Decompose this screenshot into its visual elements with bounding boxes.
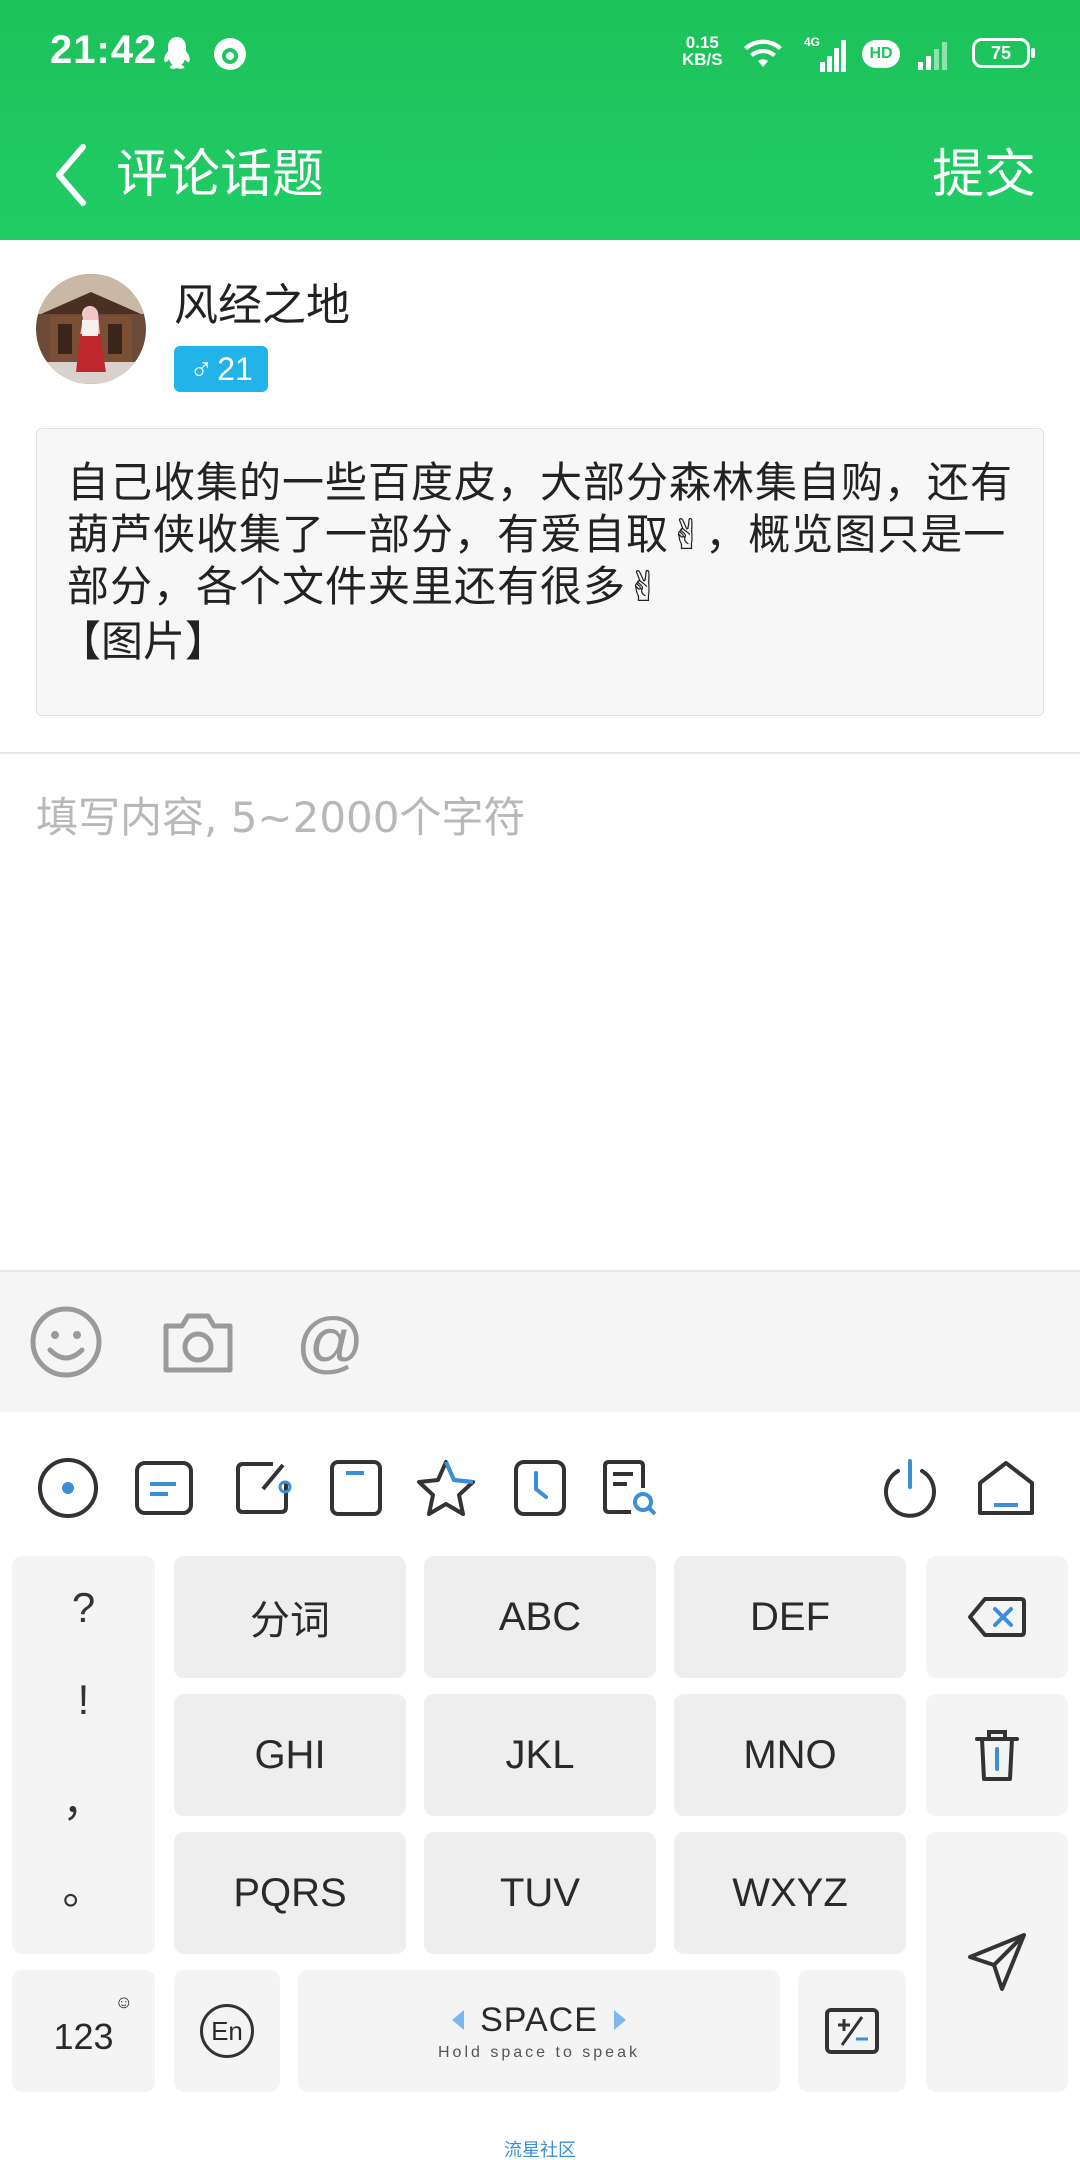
comment-input[interactable] xyxy=(36,790,1044,1250)
attachment-toolbar: @ xyxy=(0,1270,1080,1412)
key-wxyz[interactable]: WXYZ xyxy=(674,1832,906,1954)
title-bar: 评论话题 提交 xyxy=(0,110,1080,240)
clear-key[interactable] xyxy=(926,1694,1068,1816)
key-mno[interactable]: MNO xyxy=(674,1694,906,1816)
status-time: 21:42 xyxy=(50,28,158,72)
gender-level-badge: ♂ 21 xyxy=(174,346,268,392)
punct-period[interactable]: 。 xyxy=(12,1856,155,1917)
language-key[interactable]: En xyxy=(174,1970,280,2092)
hide-keyboard-icon[interactable] xyxy=(974,1456,1038,1520)
key-jkl[interactable]: JKL xyxy=(424,1694,656,1816)
punct-comma[interactable]: ， xyxy=(12,1768,155,1829)
arrow-left-icon xyxy=(452,2010,465,2030)
submit-button[interactable]: 提交 xyxy=(932,140,1036,210)
punctuation-column: ? ! ， 。 xyxy=(12,1556,155,1954)
battery-indicator: 75 xyxy=(972,38,1035,68)
wifi-icon xyxy=(742,34,784,74)
punct-exclaim[interactable]: ! xyxy=(12,1676,155,1724)
net-speed: 0.15 KB/S xyxy=(682,33,723,69)
backspace-key[interactable] xyxy=(926,1556,1068,1678)
cellular-4g-icon: 4G xyxy=(802,34,848,74)
keyboard-brand: 流星社区 xyxy=(504,2140,576,2160)
topic-text: 自己收集的一些百度皮，大部分森林集自购，还有葫芦侠收集了一部分，有爱自取✌，概览… xyxy=(67,458,1014,611)
handwriting-icon[interactable] xyxy=(232,1456,296,1520)
avatar[interactable] xyxy=(36,274,146,384)
send-icon xyxy=(968,1933,1026,1991)
topic-image-placeholder[interactable]: 【图片】 xyxy=(59,613,1013,671)
backspace-icon xyxy=(968,1597,1026,1637)
numeric-key[interactable]: ☺ 123 xyxy=(12,1970,155,2092)
history-icon[interactable] xyxy=(508,1456,572,1520)
divider xyxy=(0,752,1080,754)
arrow-right-icon xyxy=(613,2010,626,2030)
chevron-left-icon xyxy=(56,144,86,206)
status-bar: 21:42 0.15 KB/S 4G HD 75 xyxy=(0,0,1080,110)
key-tuv[interactable]: TUV xyxy=(424,1832,656,1954)
one-hand-icon[interactable] xyxy=(324,1456,388,1520)
hd-badge: HD xyxy=(862,40,900,68)
svg-text:4G: 4G xyxy=(804,35,820,49)
symbols-key[interactable] xyxy=(798,1970,906,2092)
send-key[interactable] xyxy=(926,1832,1068,2092)
key-pqrs[interactable]: PQRS xyxy=(174,1832,406,1954)
user-level: 21 xyxy=(217,350,253,387)
trash-icon xyxy=(975,1730,1019,1781)
app-header: 21:42 0.15 KB/S 4G HD 75 评论话题 提交 xyxy=(0,0,1080,240)
cellular-signal-icon xyxy=(916,34,956,74)
ime-logo-icon[interactable] xyxy=(36,1456,100,1520)
keyboard-toolbar xyxy=(0,1412,1080,1552)
power-icon[interactable] xyxy=(878,1456,942,1520)
qq-icon xyxy=(160,34,194,74)
key-ghi[interactable]: GHI xyxy=(174,1694,406,1816)
search-note-icon[interactable] xyxy=(598,1456,662,1520)
punct-question[interactable]: ? xyxy=(12,1584,155,1632)
camera-icon[interactable] xyxy=(158,1302,238,1382)
back-button[interactable] xyxy=(36,135,106,215)
notification-app-icon xyxy=(212,34,248,74)
key-fenci[interactable]: 分词 xyxy=(174,1556,406,1678)
username[interactable]: 风经之地 xyxy=(174,278,350,334)
quoted-topic-card[interactable]: 自己收集的一些百度皮，大部分森林集自购，还有葫芦侠收集了一部分，有爱自取✌，概览… xyxy=(36,428,1044,716)
emoji-icon[interactable] xyxy=(26,1302,106,1382)
space-key[interactable]: SPACE Hold space to speak xyxy=(298,1970,780,2092)
at-icon[interactable]: @ xyxy=(290,1302,370,1382)
key-def[interactable]: DEF xyxy=(674,1556,906,1678)
clipboard-icon[interactable] xyxy=(132,1456,196,1520)
key-abc[interactable]: ABC xyxy=(424,1556,656,1678)
male-icon: ♂ xyxy=(189,350,214,387)
soft-keyboard: ? ! ， 。 分词 ABC DEF GHI JKL MNO PQRS TUV … xyxy=(0,1412,1080,2160)
emoji-small-icon: ☺ xyxy=(114,1992,133,2012)
favorite-icon[interactable] xyxy=(414,1456,478,1520)
space-label-row: SPACE xyxy=(452,2001,626,2040)
symbols-icon xyxy=(825,2008,879,2054)
language-en-icon: En xyxy=(200,2004,254,2058)
space-hint: Hold space to speak xyxy=(438,2043,640,2061)
page-title: 评论话题 xyxy=(116,145,325,205)
